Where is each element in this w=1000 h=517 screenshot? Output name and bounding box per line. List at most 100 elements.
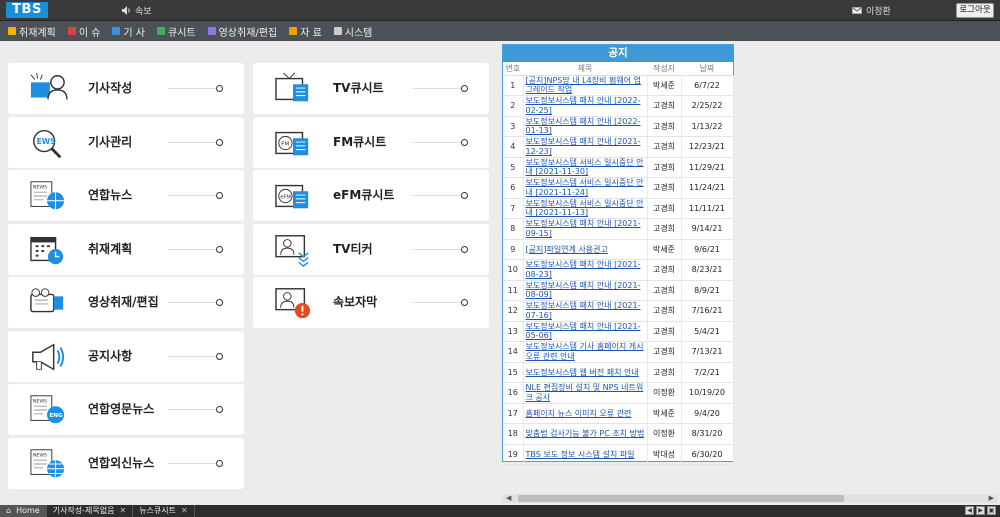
notice-title-link[interactable]: 맞춤법 검사기능 불가 PC 조치 방법 [523, 423, 648, 445]
menu-item-2[interactable]: 기 사 [112, 24, 145, 39]
notice-num: 4 [503, 136, 524, 158]
notice-title-link[interactable]: 보도정보시스템 패치 안내 [2022-01-13] [523, 116, 648, 137]
notice-date: 11/29/21 [681, 157, 734, 178]
tile-label: 기사작성 [88, 81, 133, 95]
notice-row[interactable]: 12 보도정보시스템 패치 안내 [2021-07-16] 고경희 7/16/21 [503, 300, 734, 322]
bottom-tab-1[interactable]: 기사작성-제목없음 ✕ [47, 505, 134, 517]
prev-icon[interactable]: ◀ [965, 506, 974, 515]
notice-date: 5/4/21 [681, 321, 734, 342]
notice-row[interactable]: 9 [공지]파일연계 사용권고 박세준 9/6/21 [503, 239, 734, 260]
notice-row[interactable]: 2 보도정보시스템 패치 안내 [2022-02-25] 고경희 2/25/22 [503, 95, 734, 117]
next-icon[interactable]: ▶ [976, 506, 985, 515]
tile-right-1[interactable]: FM FM큐시트 [253, 116, 489, 168]
megaphone-icon [32, 342, 65, 371]
notice-author: 고경희 [647, 136, 682, 158]
close-icon[interactable]: ✕ [119, 505, 126, 517]
close-icon[interactable]: ✕ [181, 505, 188, 517]
notice-row[interactable]: 17 홈페이지 뉴스 이미지 오류 관련 박세준 9/4/20 [503, 403, 734, 424]
menu-item-3[interactable]: 큐시트 [157, 24, 196, 39]
menu-item-5[interactable]: 자 료 [289, 24, 322, 39]
scroll-left-icon[interactable]: ◀ [506, 494, 511, 503]
tile-left-7[interactable]: NEWS 연합외신뉴스 [8, 437, 244, 489]
logout-button[interactable]: 로그아웃 [956, 3, 994, 18]
bottom-tab-0[interactable]: ⌂ Home [0, 505, 47, 517]
tile-right-4[interactable]: 속보자막 [253, 277, 489, 328]
notice-title-link[interactable]: 보도정보시스템 패치 안내 [2021-09-15] [523, 218, 648, 240]
notice-row[interactable]: 8 보도정보시스템 패치 안내 [2021-09-15] 고경희 9/14/21 [503, 218, 734, 240]
tile-right-0[interactable]: TV큐시트 [253, 63, 489, 114]
tile-arrow-dot-icon [216, 85, 223, 92]
notice-title: 공지 [503, 45, 733, 62]
tile-divider [413, 195, 461, 196]
notice-title-link[interactable]: 보도정보시스템 서비스 일시중단 안내 [2021-11-13] [523, 198, 648, 219]
notice-row[interactable]: 5 보도정보시스템 서비스 일시중단 안내 [2021-11-30] 고경희 11/2… [503, 157, 734, 178]
notice-row[interactable]: 16 NLE 편집장비 설치 및 NPS 네트워크 공사 이정환 10/19/20 [503, 382, 734, 404]
notice-title-link[interactable]: 보도정보시스템 서비스 일시중단 안내 [2021-11-30] [523, 157, 648, 178]
notice-title-link[interactable]: [공지]NPS망 내 L4장비 펌웨어 업그레이드 작업 [523, 75, 648, 96]
tile-left-5[interactable]: 공지사항 [8, 330, 244, 382]
menu-item-4[interactable]: 영상취재/편집 [207, 24, 277, 39]
menu-item-1[interactable]: 이 슈 [67, 24, 100, 39]
notice-row[interactable]: 18 맞춤법 검사기능 불가 PC 조치 방법 이정환 8/31/20 [503, 423, 734, 445]
notice-row[interactable]: 1 [공지]NPS망 내 L4장비 펌웨어 업그레이드 작업 박세준 6/7/22 [503, 75, 734, 96]
tile-right-3[interactable]: TV티커 [253, 223, 489, 275]
horizontal-scrollbar[interactable]: ◀ ▶ [502, 494, 998, 503]
notice-date: 9/14/21 [681, 218, 734, 240]
notice-row[interactable]: 11 보도정보시스템 패치 안내 [2021-08-09] 고경희 8/9/21 [503, 280, 734, 301]
tile-divider [168, 88, 216, 89]
notice-title-link[interactable]: NLE 편집장비 설치 및 NPS 네트워크 공사 [523, 382, 648, 404]
tile-left-2[interactable]: NEWS 연합뉴스 [8, 170, 244, 221]
notice-row[interactable]: 4 보도정보시스템 패치 안내 [2021-12-23] 고경희 12/23/21 [503, 136, 734, 158]
notice-title-link[interactable]: 보도정보시스템 패치 안내 [2022-02-25] [523, 95, 648, 117]
ticker-icon [275, 234, 309, 267]
tile-label: 연합외신뉴스 [88, 455, 155, 470]
notice-row[interactable]: 14 보도정보시스템 기사 홈페이지 게시 오류 관련 안내 고경희 7/13/21 [503, 341, 734, 363]
scroll-right-icon[interactable]: ▶ [989, 494, 994, 503]
bottom-tab-label: 기사작성-제목없음 [52, 506, 115, 515]
tile-left-6[interactable]: NEWS ENG 연합영문뉴스 [8, 384, 244, 435]
notice-title-link[interactable]: 보도정보시스템 기사 홈페이지 게시 오류 관련 안내 [523, 341, 648, 363]
notice-row[interactable]: 13 보도정보시스템 패치 안내 [2021-05-06] 고경희 5/4/21 [503, 321, 734, 342]
notice-title-link[interactable]: 보도정보시스템 패치 안내 [2021-08-09] [523, 280, 648, 301]
news-search-icon: EWS [33, 129, 62, 158]
breaking-caption-icon [275, 288, 311, 319]
notice-row[interactable]: 6 보도정보시스템 서비스 일시중단 안내 [2021-11-24] 고경희 11/2… [503, 177, 734, 199]
notice-author: 고경희 [647, 341, 682, 363]
breaking-label: 속보 [135, 7, 152, 17]
window-controls: ◀ ▶ ▣ [965, 506, 996, 515]
notice-row[interactable]: 15 보도정보시스템 웹 버전 패치 안내 고경희 7/2/21 [503, 362, 734, 383]
notice-row[interactable]: 3 보도정보시스템 패치 안내 [2022-01-13] 고경희 1/13/22 [503, 116, 734, 137]
notice-title-link[interactable]: 보도정보시스템 패치 안내 [2021-12-23] [523, 136, 648, 158]
tile-divider [168, 409, 216, 410]
notice-title-link[interactable]: 보도정보시스템 웹 버전 패치 안내 [523, 362, 648, 383]
tile-left-3[interactable]: 취재계획 [8, 223, 244, 275]
menu-item-6[interactable]: 시스템 [333, 24, 372, 39]
scrollbar-thumb[interactable] [518, 495, 844, 502]
notice-row[interactable]: 19 TBS 보도 정보 시스템 설치 파일 박대성 6/30/20 [503, 444, 734, 465]
notice-title-link[interactable]: [공지]파일연계 사용권고 [523, 239, 648, 260]
notice-author: 박세준 [647, 239, 682, 260]
breaking-news-toggle[interactable]: 속보 [122, 4, 152, 17]
notice-author: 이정환 [647, 382, 682, 404]
tile-right-2[interactable]: eFM eFM큐시트 [253, 170, 489, 221]
tile-left-1[interactable]: EWS 기사관리 [8, 116, 244, 168]
notice-title-link[interactable]: 보도정보시스템 패치 안내 [2021-05-06] [523, 321, 648, 342]
tile-arrow-dot-icon [461, 245, 468, 253]
tile-left-4[interactable]: 영상취재/편집 [8, 277, 244, 328]
bottom-tab-2[interactable]: 뉴스큐시트 ✕ [133, 505, 195, 517]
tile-left-0[interactable]: 기사작성 [8, 63, 244, 114]
notice-title-link[interactable]: 보도정보시스템 서비스 일시중단 안내 [2021-11-24] [523, 177, 648, 199]
notice-author: 고경희 [647, 321, 682, 342]
notice-title-link[interactable]: TBS 보도 정보 시스템 설치 파일 [523, 444, 648, 465]
notice-title-link[interactable]: 보도정보시스템 패치 안내 [2021-07-16] [523, 300, 648, 322]
notice-title-link[interactable]: 보도정보시스템 패치 안내 [2021-08-23] [523, 259, 648, 281]
tile-arrow-dot-icon [461, 138, 468, 146]
notice-title-link[interactable]: 홈페이지 뉴스 이미지 오류 관련 [523, 403, 648, 424]
menu-item-0[interactable]: 취재계획 [8, 24, 56, 39]
main-menu: 취재계획 이 슈 기 사 큐시트 영상취재/편집 자 료 시스템 [0, 21, 1000, 41]
video-icon [207, 27, 216, 35]
notice-row[interactable]: 10 보도정보시스템 패치 안내 [2021-08-23] 고경희 8/23/21 [503, 259, 734, 281]
restore-icon[interactable]: ▣ [987, 506, 996, 515]
camera-icon [30, 288, 64, 313]
notice-row[interactable]: 7 보도정보시스템 서비스 일시중단 안내 [2021-11-13] 고경희 11/1… [503, 198, 734, 219]
